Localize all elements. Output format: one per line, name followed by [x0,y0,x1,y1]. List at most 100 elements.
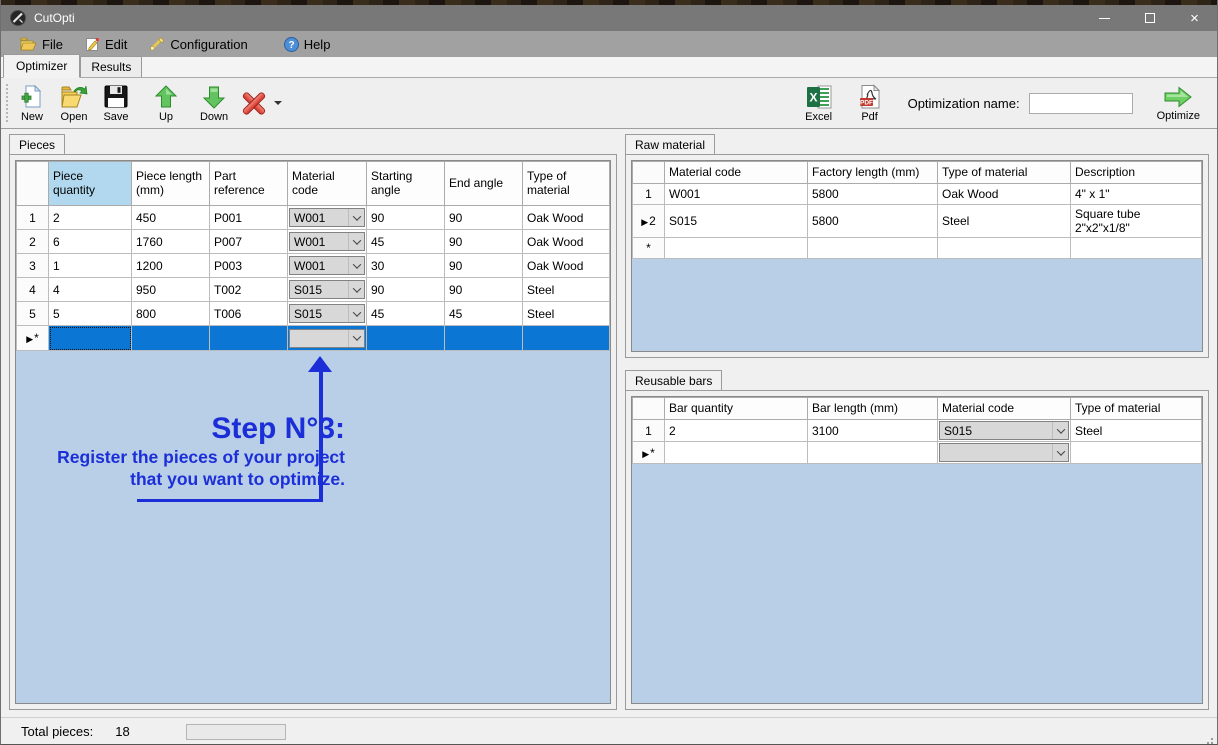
cell-type[interactable]: Oak Wood [523,206,610,230]
pieces-col-start[interactable]: Starting angle [367,162,445,206]
row-header[interactable]: 1 [633,184,665,205]
reusable-bars-panel-tab[interactable]: Reusable bars [625,370,722,390]
cell-length[interactable]: 1200 [132,254,210,278]
cell-material-combo[interactable]: S015 [288,278,367,302]
cell-start[interactable]: 45 [367,302,445,326]
row-header[interactable]: 1 [633,420,665,442]
cell-end-selected[interactable] [445,326,523,351]
pieces-col-material[interactable]: Material code [288,162,367,206]
new-row-header[interactable]: ▶* [17,326,49,351]
close-button[interactable]: × [1172,5,1217,31]
cell-material-combo[interactable]: S015 [938,420,1071,442]
pieces-corner-header[interactable] [17,162,49,206]
cell-quantity[interactable]: 2 [665,420,808,442]
cell-start[interactable]: 90 [367,206,445,230]
reusable-col-length[interactable]: Bar length (mm) [808,398,938,420]
cell-ref[interactable]: T002 [210,278,288,302]
cell-length-selected[interactable] [132,326,210,351]
cell-length[interactable]: 5800 [808,184,938,205]
cell-end[interactable]: 90 [445,278,523,302]
cell-type[interactable]: Steel [938,205,1071,238]
maximize-button[interactable] [1127,5,1172,31]
cell-start[interactable]: 30 [367,254,445,278]
cell-ref-selected[interactable] [210,326,288,351]
cell-material[interactable]: S015 [665,205,808,238]
cell-quantity[interactable]: 1 [49,254,132,278]
cell-length[interactable]: 5800 [808,205,938,238]
cell-description[interactable]: 4" x 1" [1071,184,1202,205]
raw-col-description[interactable]: Description [1071,162,1202,184]
tab-optimizer[interactable]: Optimizer [3,54,80,78]
cell-start-selected[interactable] [367,326,445,351]
cell-type-selected[interactable] [523,326,610,351]
cell-quantity-selected[interactable] [49,326,132,351]
row-header[interactable]: 1 [17,206,49,230]
cell-material-empty[interactable] [665,238,808,259]
cell-ref[interactable]: P001 [210,206,288,230]
row-header[interactable]: 3 [17,254,49,278]
cell-end[interactable]: 90 [445,206,523,230]
cell-quantity[interactable]: 4 [49,278,132,302]
cell-length-empty[interactable] [808,238,938,259]
cell-material-combo[interactable]: S015 [288,302,367,326]
cell-length[interactable]: 1760 [132,230,210,254]
reusable-corner-header[interactable] [633,398,665,420]
cell-type[interactable]: Steel [523,278,610,302]
raw-col-length[interactable]: Factory length (mm) [808,162,938,184]
menu-help[interactable]: ? Help [273,31,342,57]
cell-description[interactable]: Square tube 2"x2"x1/8" [1071,205,1202,238]
cell-end[interactable]: 45 [445,302,523,326]
chevron-down-icon[interactable] [348,233,364,250]
cell-type[interactable]: Oak Wood [938,184,1071,205]
new-row-header[interactable]: * [633,238,665,259]
cell-quantity-empty[interactable] [665,442,808,464]
row-header[interactable]: ▶2 [633,205,665,238]
cell-material-combo[interactable] [938,442,1071,464]
minimize-button[interactable] [1082,5,1127,31]
chevron-down-icon[interactable] [348,305,364,322]
cell-material-combo[interactable] [288,326,367,351]
delete-button[interactable] [239,88,282,118]
pieces-col-length[interactable]: Piece length (mm) [132,162,210,206]
cell-ref[interactable]: P007 [210,230,288,254]
row-header[interactable]: 2 [17,230,49,254]
pieces-panel-tab[interactable]: Pieces [9,134,65,154]
pieces-col-type[interactable]: Type of material [523,162,610,206]
cell-material-combo[interactable]: W001 [288,254,367,278]
cell-type-empty[interactable] [1071,442,1202,464]
new-button[interactable]: New [11,82,53,125]
reusable-col-type[interactable]: Type of material [1071,398,1202,420]
raw-col-type[interactable]: Type of material [938,162,1071,184]
pdf-button[interactable]: PDF Pdf [849,82,891,125]
down-button[interactable]: Down [193,82,235,125]
tab-results[interactable]: Results [80,56,142,77]
cell-material-combo[interactable]: W001 [288,206,367,230]
chevron-down-icon[interactable] [1052,444,1068,461]
cell-material[interactable]: W001 [665,184,808,205]
chevron-down-icon[interactable] [348,209,364,226]
cell-quantity[interactable]: 2 [49,206,132,230]
cell-start[interactable]: 45 [367,230,445,254]
raw-corner-header[interactable] [633,162,665,184]
reusable-col-quantity[interactable]: Bar quantity [665,398,808,420]
row-header[interactable]: 4 [17,278,49,302]
row-header[interactable]: 5 [17,302,49,326]
delete-dropdown-caret-icon[interactable] [274,101,282,105]
resize-grip-icon[interactable] [1203,738,1205,740]
cell-quantity[interactable]: 5 [49,302,132,326]
menu-edit[interactable]: Edit [74,31,138,57]
raw-material-panel-tab[interactable]: Raw material [625,134,715,154]
cell-end[interactable]: 90 [445,230,523,254]
chevron-down-icon[interactable] [1052,422,1068,439]
cell-end[interactable]: 90 [445,254,523,278]
up-button[interactable]: Up [145,82,187,125]
pieces-col-end[interactable]: End angle [445,162,523,206]
cell-material-combo[interactable]: W001 [288,230,367,254]
titlebar[interactable]: CutOpti × [1,5,1217,31]
cell-length[interactable]: 3100 [808,420,938,442]
cell-length[interactable]: 800 [132,302,210,326]
chevron-down-icon[interactable] [348,281,364,298]
reusable-col-material[interactable]: Material code [938,398,1071,420]
pieces-col-quantity[interactable]: Piece quantity [49,162,132,206]
optimize-button[interactable]: Optimize [1154,83,1203,124]
